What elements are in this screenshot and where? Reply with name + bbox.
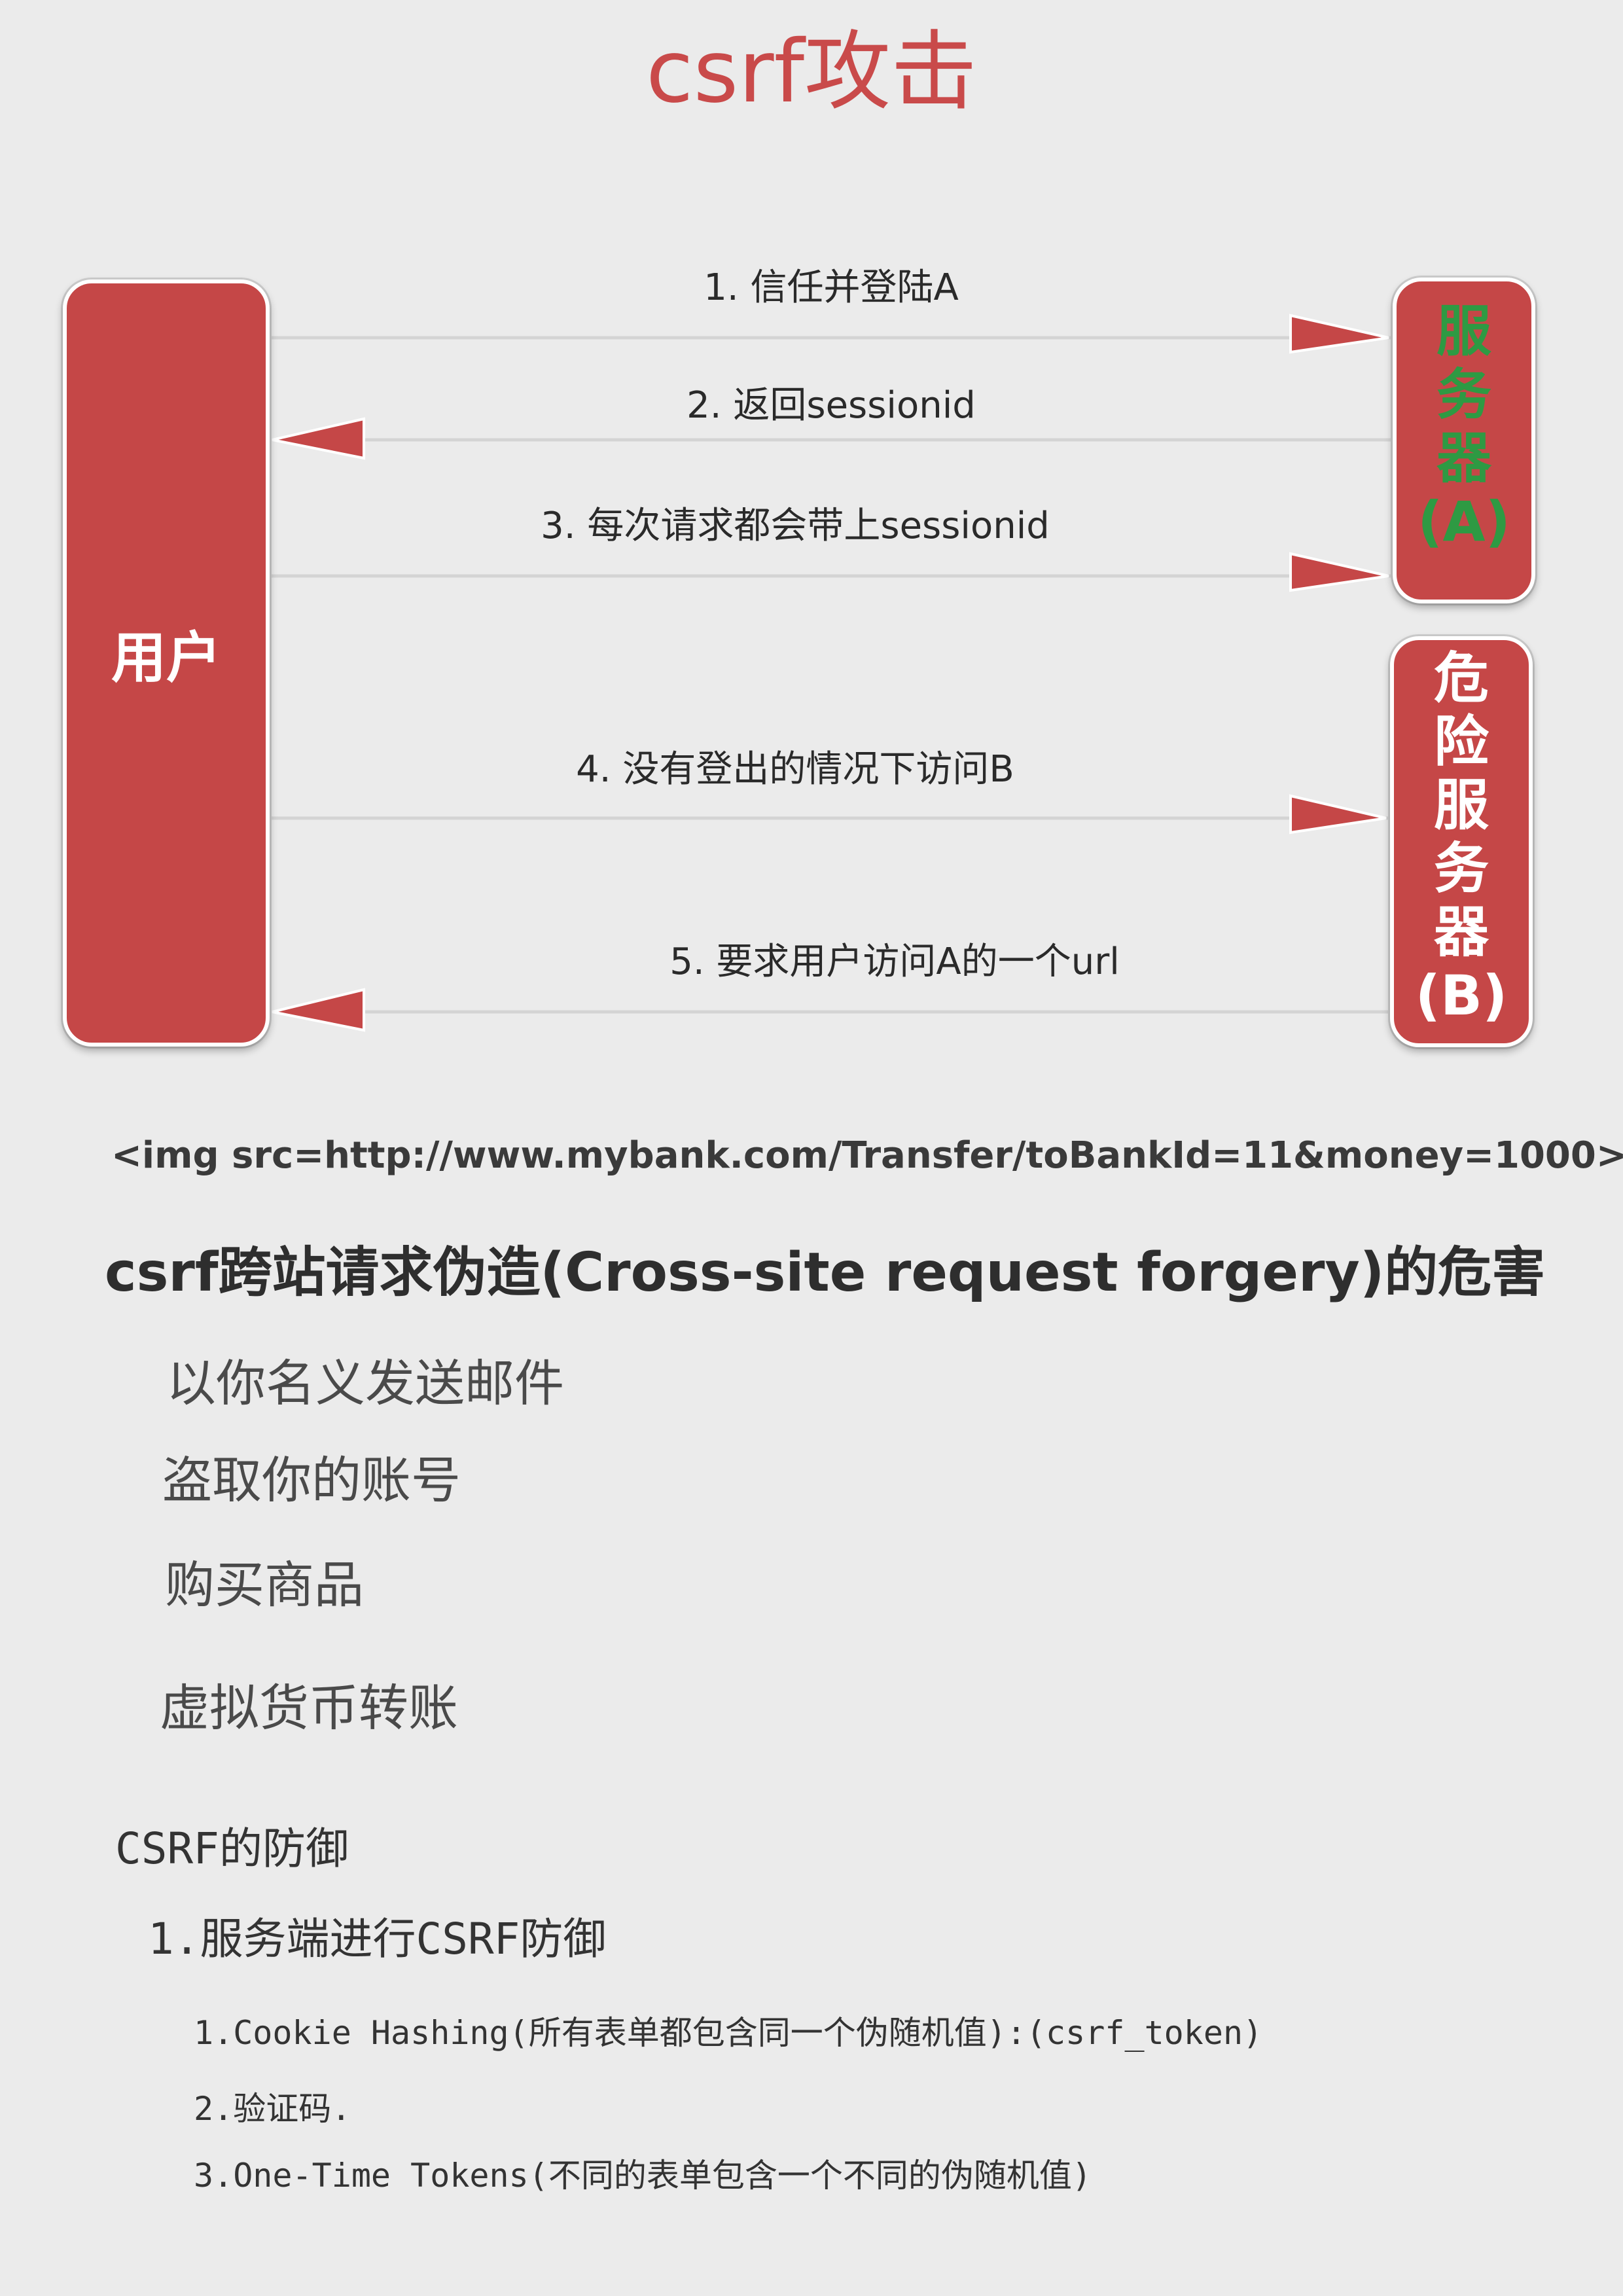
step-label-1: 1. 信任并登陆A xyxy=(704,266,959,309)
user-label: 用户 xyxy=(111,626,221,690)
harm-item: 购买商品 xyxy=(165,1556,364,1614)
arrow-head-5 xyxy=(272,988,365,1032)
server-b-char: 险 xyxy=(1433,709,1489,774)
server-a-label: 服 务 器 (A) xyxy=(1393,300,1535,554)
defense-heading: CSRF的防御 xyxy=(115,1823,349,1874)
server-a-char: (A) xyxy=(1418,490,1510,554)
harm-item: 以你名义发送邮件 xyxy=(166,1354,564,1412)
defense-item: 1.Cookie Hashing(所有表单都包含同一个伪随机值):(csrf_t… xyxy=(194,2014,1263,2052)
arrow-head-1 xyxy=(1289,314,1389,354)
server-b-char: 危 xyxy=(1433,646,1489,710)
harm-item: 虚拟货币转账 xyxy=(160,1679,458,1737)
defense-item: 3.One-Time Tokens(不同的表单包含一个不同的伪随机值) xyxy=(194,2157,1092,2195)
step-label-5: 5. 要求用户访问A的一个url xyxy=(669,941,1120,983)
server-a-char: 务 xyxy=(1436,363,1491,427)
step-label-3: 3. 每次请求都会带上sessionid xyxy=(541,505,1050,547)
arrow-head-3 xyxy=(1289,552,1389,592)
server-b-char: 服 xyxy=(1433,773,1489,837)
arrow-head-4 xyxy=(1289,794,1387,834)
defense-item: 2.验证码. xyxy=(194,2090,351,2128)
malicious-img-tag: <img src=http://www.mybank.com/Transfer/… xyxy=(111,1134,1623,1177)
server-a-char: 器 xyxy=(1436,426,1491,490)
server-b-char: 务 xyxy=(1433,836,1489,901)
step-label-2: 2. 返回sessionid xyxy=(687,384,976,427)
harm-item: 盗取你的账号 xyxy=(162,1451,461,1509)
step-label-4: 4. 没有登出的情况下访问B xyxy=(576,748,1014,791)
defense-subheading: 1.服务端进行CSRF防御 xyxy=(148,1914,607,1964)
server-a-char: 服 xyxy=(1436,299,1491,363)
harm-heading: csrf跨站请求伪造(Cross-site request forgery)的危… xyxy=(105,1242,1546,1304)
